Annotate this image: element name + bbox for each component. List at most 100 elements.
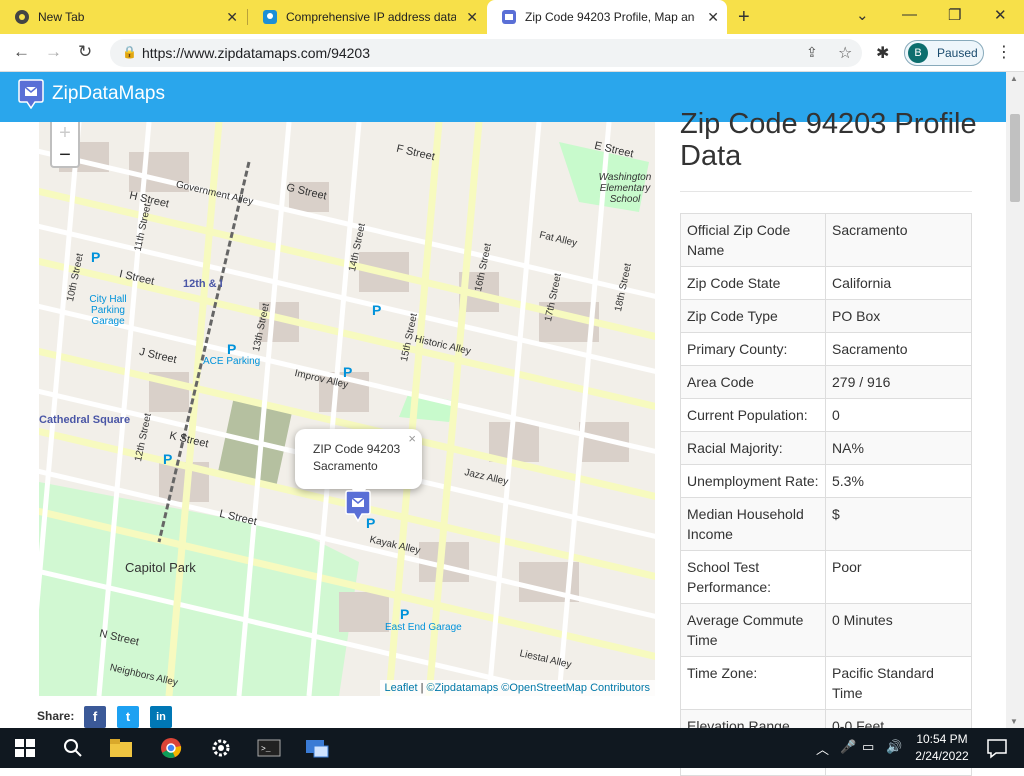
extensions-puzzle-icon[interactable]: ✱ bbox=[876, 43, 889, 63]
scroll-down-icon[interactable]: ▼ bbox=[1010, 717, 1018, 726]
popup-close-icon[interactable]: × bbox=[408, 431, 416, 446]
profile-value[interactable]: California bbox=[825, 266, 972, 300]
zoom-control: + − bbox=[50, 122, 80, 168]
address-bar[interactable]: 🔒 https://www.zipdatamaps.com/94203 ⇪ ☆ bbox=[110, 39, 862, 67]
site-brand[interactable]: ZipDataMaps bbox=[52, 83, 165, 105]
title-divider bbox=[680, 191, 972, 192]
profile-row: Area Code 279 / 916 bbox=[680, 365, 972, 399]
profile-value[interactable]: Sacramento bbox=[825, 332, 972, 366]
attribution-link[interactable]: ©Zipdatamaps ©OpenStreetMap Contributors bbox=[427, 682, 650, 694]
profile-row: Time Zone: Pacific Standard Time bbox=[680, 656, 972, 710]
profile-key[interactable]: Area Code bbox=[680, 365, 826, 399]
browser-tab-bar: New Tab ✕ Comprehensive IP address data,… bbox=[0, 0, 1024, 34]
profile-value[interactable]: Pacific Standard Time bbox=[825, 656, 972, 710]
tab-ip-data[interactable]: Comprehensive IP address data, IP ✕ bbox=[248, 0, 486, 34]
svg-text:P: P bbox=[400, 606, 409, 622]
notification-icon[interactable] bbox=[984, 736, 1010, 760]
network-icon[interactable]: ▭ bbox=[862, 739, 874, 755]
tab-close-icon[interactable]: ✕ bbox=[466, 9, 478, 26]
facebook-share-button[interactable]: f bbox=[84, 706, 106, 728]
linkedin-share-button[interactable]: in bbox=[150, 706, 172, 728]
profile-key: School Test Performance: bbox=[680, 550, 826, 604]
svg-text:P: P bbox=[343, 364, 352, 380]
tab-close-icon[interactable]: ✕ bbox=[226, 9, 238, 26]
leaflet-link[interactable]: Leaflet bbox=[385, 682, 418, 694]
profile-value: NA% bbox=[825, 431, 972, 465]
zoom-out-button[interactable]: − bbox=[52, 144, 78, 166]
zipdatamaps-logo-icon[interactable] bbox=[17, 79, 45, 109]
map-label: Cathedral Square bbox=[39, 414, 131, 426]
popup-city: Sacramento bbox=[313, 459, 378, 473]
svg-text:>_: >_ bbox=[261, 745, 271, 754]
profile-key: Unemployment Rate: bbox=[680, 464, 826, 498]
chrome-icon[interactable] bbox=[158, 736, 184, 760]
svg-text:P: P bbox=[163, 451, 172, 467]
new-tab-icon[interactable]: + bbox=[738, 6, 750, 29]
tab-new-tab[interactable]: New Tab ✕ bbox=[0, 0, 246, 34]
remote-desktop-icon[interactable] bbox=[304, 736, 330, 760]
back-icon[interactable]: ← bbox=[13, 42, 30, 62]
profile-value: 0 Minutes bbox=[825, 603, 972, 657]
tab-zip-profile[interactable]: Zip Code 94203 Profile, Map and ✕ bbox=[487, 0, 727, 34]
tab-close-icon[interactable]: ✕ bbox=[707, 9, 719, 26]
svg-text:P: P bbox=[91, 249, 100, 265]
url-text[interactable]: https://www.zipdatamaps.com/94203 bbox=[142, 45, 370, 61]
profile-row: Primary County: Sacramento bbox=[680, 332, 972, 366]
windows-start-icon[interactable] bbox=[12, 736, 38, 760]
profile-key: Official Zip Code Name bbox=[680, 213, 826, 267]
page-scrollbar[interactable]: ▲ ▼ bbox=[1006, 72, 1024, 728]
tray-chevron-icon[interactable]: ︿ bbox=[816, 739, 829, 758]
profile-value[interactable]: 5.3% bbox=[825, 464, 972, 498]
restore-icon[interactable]: ❐ bbox=[948, 6, 961, 24]
popup-zip: ZIP Code 94203 bbox=[313, 442, 401, 456]
microphone-icon[interactable]: 🎤 bbox=[840, 739, 856, 755]
search-icon[interactable] bbox=[60, 736, 86, 760]
profile-value: PO Box bbox=[825, 299, 972, 333]
map-label: East End Garage bbox=[385, 622, 462, 633]
profile-value[interactable]: Sacramento bbox=[825, 213, 972, 267]
profile-key: Average Commute Time bbox=[680, 603, 826, 657]
profile-key: Time Zone: bbox=[680, 656, 826, 710]
chrome-icon bbox=[15, 10, 29, 24]
profile-key: Racial Majority: bbox=[680, 431, 826, 465]
clock-date[interactable]: 2/24/2022 bbox=[912, 749, 972, 763]
settings-gear-icon[interactable] bbox=[208, 736, 234, 760]
forward-icon[interactable]: → bbox=[45, 42, 62, 62]
zip-map[interactable]: PPP PPPP H Street G Street F Street E St… bbox=[39, 122, 655, 696]
scroll-thumb[interactable] bbox=[1010, 114, 1020, 202]
bookmark-star-icon[interactable]: ☆ bbox=[838, 43, 852, 63]
profile-value: Poor bbox=[825, 550, 972, 604]
windows-taskbar: >_ ︿ 🎤 ▭ 🔊 10:54 PM 2/24/2022 bbox=[0, 728, 1024, 768]
twitter-share-button[interactable]: t bbox=[117, 706, 139, 728]
profile-value[interactable]: 279 / 916 bbox=[825, 365, 972, 399]
profile-row: Median Household Income $ bbox=[680, 497, 972, 551]
reload-icon[interactable]: ↻ bbox=[78, 42, 92, 62]
profile-button[interactable]: B Paused bbox=[904, 40, 984, 66]
clock-time[interactable]: 10:54 PM bbox=[912, 732, 972, 746]
map-attribution: Leaflet | ©Zipdatamaps ©OpenStreetMap Co… bbox=[379, 680, 655, 696]
zoom-in-button[interactable]: + bbox=[52, 122, 78, 144]
map-label: Capitol Park bbox=[125, 560, 196, 575]
map-popup: × ZIP Code 94203 Sacramento bbox=[295, 429, 422, 497]
share-icon[interactable]: ⇪ bbox=[806, 44, 818, 61]
location-pin-icon bbox=[263, 10, 277, 24]
profile-row: Average Commute Time 0 Minutes bbox=[680, 603, 972, 657]
browser-toolbar: ← → ↻ 🔒 https://www.zipdatamaps.com/9420… bbox=[0, 34, 1024, 72]
tab-title: New Tab bbox=[38, 10, 85, 24]
profile-key: Zip Code Type bbox=[680, 299, 826, 333]
tab-search-chevron-icon[interactable]: ⌄ bbox=[856, 6, 869, 24]
profile-row: Current Population: 0 bbox=[680, 398, 972, 432]
minimize-icon[interactable]: — bbox=[902, 6, 917, 23]
volume-icon[interactable]: 🔊 bbox=[886, 739, 902, 755]
map-label: Washington Elementary School bbox=[598, 172, 652, 205]
scroll-up-icon[interactable]: ▲ bbox=[1010, 74, 1018, 83]
window-close-icon[interactable]: ✕ bbox=[994, 6, 1007, 24]
file-explorer-icon[interactable] bbox=[108, 736, 134, 760]
profile-row: Official Zip Code Name Sacramento bbox=[680, 213, 972, 267]
page-title: Zip Code 94203 Profile Data bbox=[680, 108, 977, 172]
browser-menu-icon[interactable]: ⋮ bbox=[996, 42, 1012, 62]
lock-icon[interactable]: 🔒 bbox=[122, 45, 137, 59]
profile-key: Primary County: bbox=[680, 332, 826, 366]
map-marker-icon[interactable] bbox=[344, 490, 372, 522]
terminal-icon[interactable]: >_ bbox=[256, 736, 282, 760]
